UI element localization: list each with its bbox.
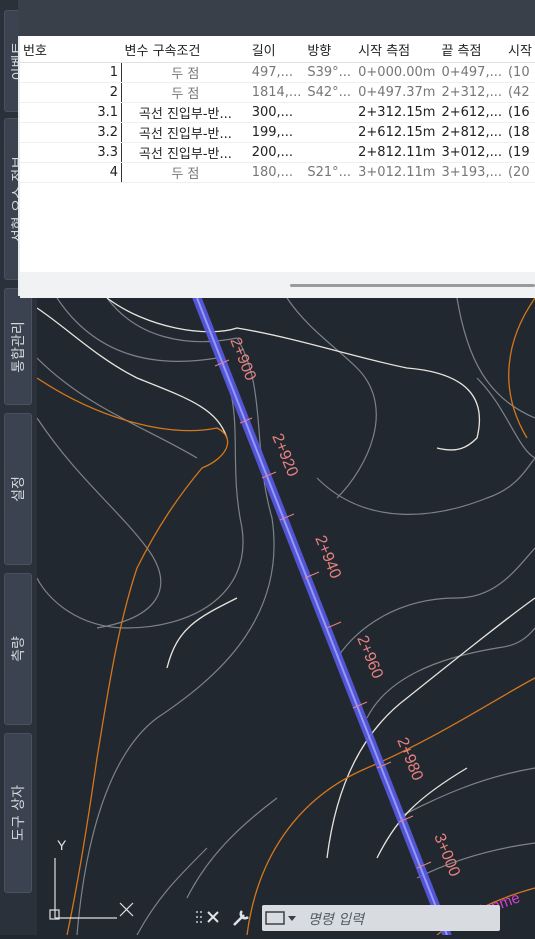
close-icon[interactable] <box>207 911 219 923</box>
cell-number: 3.1 <box>20 102 122 123</box>
cell-constraint: 곡선 진입부-반... <box>121 142 249 163</box>
tab-integrated-management[interactable]: 통합관리 <box>4 288 32 405</box>
cell-constraint: 두 점 <box>121 82 249 103</box>
cell-end-station: 3+012,... <box>438 142 505 163</box>
cell-direction: S42°... <box>304 82 356 103</box>
cell-start: (20 <box>504 162 535 183</box>
station-label-2960: 2+960 <box>353 633 386 681</box>
table-row[interactable]: 3.1 곡선 진입부-반... 300,... 2+312.15m 2+612,… <box>20 102 535 123</box>
table-row[interactable]: 1 두 점 497,... S39°... 0+000.00m 0+497,..… <box>20 62 535 83</box>
cell-end-station: 3+193,... <box>438 162 505 183</box>
cell-length: 199,... <box>248 122 305 143</box>
cell-number: 3.3 <box>20 142 122 163</box>
cell-start-station: 2+612.15m <box>355 122 439 143</box>
table-row[interactable]: 2 두 점 1814,... S42°... 0+497.37m 2+312,.… <box>20 82 535 103</box>
cell-constraint: 곡선 진입부-반... <box>121 122 249 143</box>
ucs-icon <box>49 858 134 920</box>
table-row[interactable]: 4 두 점 180,... S21°... 3+012.11m 3+193,..… <box>20 162 535 183</box>
cell-constraint: 두 점 <box>121 62 249 83</box>
alignment-entities-panel: 번호 변수 구속조건 길이 방향 시작 측점 끝 측점 시작 1 두 점 497… <box>20 36 535 272</box>
cell-start-station: 3+012.11m <box>355 162 439 183</box>
cell-number: 4 <box>20 162 122 183</box>
col-header-length[interactable]: 길이 <box>248 36 305 63</box>
col-header-start[interactable]: 시작 <box>504 36 535 63</box>
panel-title-bar <box>18 0 535 36</box>
command-line-bar: 명령 입력 <box>196 903 500 933</box>
ucs-y-label: Y <box>57 837 67 853</box>
col-header-direction[interactable]: 방향 <box>304 36 356 63</box>
cell-start-station: 2+812.11m <box>355 142 439 163</box>
cell-constraint: 곡선 진입부-반... <box>121 102 249 123</box>
cell-start: (10 <box>504 62 535 83</box>
tab-survey[interactable]: 측량 <box>4 573 32 725</box>
station-label-3000: 3+000 <box>430 831 463 879</box>
cell-length: 1814,... <box>248 82 305 103</box>
cell-length: 200,... <box>248 142 305 163</box>
cell-start: (19 <box>504 142 535 163</box>
cell-end-station: 2+612,... <box>438 102 505 123</box>
grip-icon[interactable] <box>196 911 202 923</box>
cell-direction: S21°... <box>304 162 356 183</box>
col-header-end-station[interactable]: 끝 측점 <box>438 36 505 63</box>
col-header-start-station[interactable]: 시작 측점 <box>355 36 439 63</box>
cell-length: 497,... <box>248 62 305 83</box>
cell-length: 300,... <box>248 102 305 123</box>
station-label-2920: 2+920 <box>268 431 301 479</box>
station-label-2940: 2+940 <box>311 533 344 581</box>
cell-end-station: 0+497,... <box>438 62 505 83</box>
table-row[interactable]: 3.3 곡선 진입부-반... 200,... 2+812.11m 3+012,… <box>20 142 535 163</box>
cell-start: (42 <box>504 82 535 103</box>
highlight-contours <box>36 297 535 859</box>
cell-direction <box>304 102 356 123</box>
cell-end-station: 2+312,... <box>438 82 505 103</box>
table-header-row: 번호 변수 구속조건 길이 방향 시작 측점 끝 측점 시작 <box>20 36 535 63</box>
table-row[interactable]: 3.2 곡선 진입부-반... 199,... 2+612.15m 2+812,… <box>20 122 535 143</box>
cell-number: 1 <box>20 62 122 83</box>
col-header-constraint[interactable]: 변수 구속조건 <box>121 36 249 63</box>
cell-direction <box>304 122 356 143</box>
cell-constraint: 두 점 <box>121 162 249 183</box>
drawing-viewport[interactable]: 2+900 2+920 2+940 2+960 2+980 3+000 Alig… <box>36 293 535 939</box>
tab-settings[interactable]: 설정 <box>4 413 32 565</box>
cell-start-station: 0+000.00m <box>355 62 439 83</box>
drawing-canvas[interactable]: 2+900 2+920 2+940 2+960 2+980 3+000 Alig… <box>36 293 535 939</box>
cell-start-station: 2+312.15m <box>355 102 439 123</box>
alignment-centerline <box>196 297 448 936</box>
minor-contours <box>36 297 535 936</box>
command-input-placeholder: 명령 입력 <box>308 912 364 928</box>
horizontal-scrollbar[interactable] <box>290 284 535 287</box>
command-input-box[interactable] <box>262 905 500 931</box>
tab-toolbox[interactable]: 도구 상자 <box>4 733 32 893</box>
cell-start-station: 0+497.37m <box>355 82 439 103</box>
cell-start: (18 <box>504 122 535 143</box>
col-header-number[interactable]: 번호 <box>20 36 122 63</box>
cell-direction <box>304 142 356 163</box>
wrench-icon[interactable] <box>233 910 249 926</box>
cell-number: 3.2 <box>20 122 122 143</box>
cell-number: 2 <box>20 82 122 103</box>
alignment-entities-table: 번호 변수 구속조건 길이 방향 시작 측점 끝 측점 시작 1 두 점 497… <box>20 36 535 183</box>
cell-direction: S39°... <box>304 62 356 83</box>
cell-length: 180,... <box>248 162 305 183</box>
cell-end-station: 2+812,... <box>438 122 505 143</box>
cell-start: (16 <box>504 102 535 123</box>
major-contours <box>36 297 535 936</box>
